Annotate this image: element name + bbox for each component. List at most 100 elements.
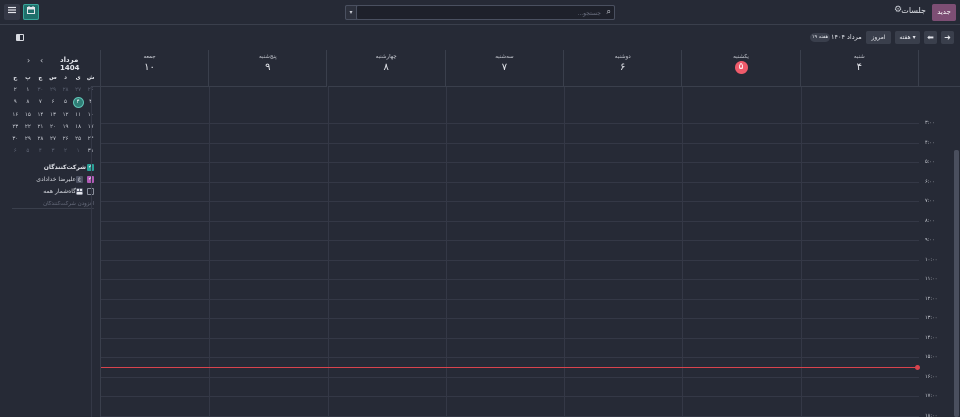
hour-label: ۱۶:۰۰ [925,373,938,380]
group-icon [76,188,83,195]
mini-calendar-day[interactable]: ۶ [9,145,22,157]
time-gutter-header [919,50,960,87]
mini-calendar-day[interactable]: ۱۹ [59,121,72,133]
mini-calendar-day[interactable]: ۳۰ [34,84,47,96]
attendee-item[interactable]: ع علیرضا خداداد‌ی [0,174,100,186]
day-name: جمعه [143,54,156,60]
mini-calendar-day[interactable]: ۹ [9,96,22,108]
sidebar-toggle-icon[interactable] [16,34,24,41]
hour-label: ۱۵:۰۰ [925,354,938,360]
day-name: یکشنبه [733,54,749,60]
calendar-controls: ➜ ⬅ هفته ▾ امروز مرداد ۱۴۰۴ هفته ۱۹ [0,25,960,50]
search-input[interactable] [361,8,601,18]
gear-icon[interactable]: ⚙ [894,5,902,15]
hour-line [101,298,919,300]
day-column-header[interactable]: سه‌شنبه ۷ [445,50,565,87]
day-column-header[interactable]: دوشنبه ۶ [564,50,683,87]
mini-calendar-day[interactable]: ۳ [47,145,60,157]
arrow-right-icon[interactable]: ➜ [941,31,954,44]
attendees-header-label: شرکت‌کنندگان [43,164,86,171]
mini-calendar-day[interactable]: ۱۵ [22,109,35,121]
search-bar: ⌕ [356,5,615,20]
mini-calendar-day[interactable]: ۲۹ [47,84,60,96]
mini-calendar-day[interactable]: ۵ [22,145,35,157]
mini-calendar-day[interactable]: ۲۸ [34,133,47,145]
mini-calendar-day[interactable]: ۴ [34,145,47,157]
mini-calendar-day[interactable]: ۱ [22,84,35,96]
attendee-item[interactable]: گاه‌شمار همه [0,186,100,198]
hour-label: ۶:۰۰ [925,178,935,185]
mini-calendar-day[interactable]: ۱۶ [9,109,22,121]
mini-calendar-day[interactable]: ۲۷ [72,84,85,96]
hour-line [101,123,919,124]
hour-line [101,162,919,163]
mini-calendar-day[interactable]: ۱۳ [47,109,60,121]
calendar-icon [27,6,35,14]
hour-label: ۱۲:۰۰ [925,295,938,302]
mini-calendar-day[interactable]: ۲ [9,84,22,96]
app-title[interactable]: جلسات [901,6,926,15]
hour-line [101,181,919,183]
attendee-label: گاه‌شمار همه [43,188,76,195]
add-attendee-input[interactable] [12,200,94,209]
arrow-left-icon[interactable]: ⬅ [924,31,937,44]
mini-calendar-day[interactable]: ۱۲ [59,109,72,121]
weekday-label: ج [13,75,18,81]
mini-calendar-day[interactable]: ۱۱ [72,109,85,121]
mini-calendar-day[interactable]: ۶ [47,96,60,108]
day-column-header[interactable]: جمعه ۱۰ [90,50,210,87]
mini-calendar-day[interactable]: ۱۸ [72,121,85,133]
mini-calendar-day[interactable]: ۲۵ [72,133,85,145]
mini-calendar-day[interactable]: ۴ [72,96,85,109]
calendar-view-button[interactable] [23,4,39,20]
mini-calendar-day[interactable]: ۲۸ [59,84,72,96]
chevron-right-icon[interactable]: › [27,56,30,65]
day-number: ۹ [265,62,271,73]
mini-calendar-day[interactable]: ۸ [22,96,35,108]
mini-calendar-week: ۱۶۱۵۱۴۱۳۱۲۱۱۱۰ [9,109,97,121]
today-marker: ۴ [72,97,84,109]
hour-label: ۱۱:۰۰ [925,276,938,282]
scrollbar-thumb[interactable] [954,150,959,417]
mini-calendar-day[interactable]: ۲۶ [59,133,72,145]
mini-calendar-day[interactable]: ۲ [59,145,72,157]
hour-label: ۱۴:۰۰ [925,334,938,341]
mini-calendar-week: ۲۳۲۲۲۱۲۰۱۹۱۸۱۷ [9,121,97,133]
avatar: ع [76,176,83,183]
mini-calendar-week: ۶۵۴۳۲۱۳۱ [9,145,97,157]
chevron-left-icon[interactable]: ‹ [40,56,43,65]
mini-calendar-day[interactable]: ۲۹ [22,133,35,145]
mini-calendar-day[interactable]: ۲۷ [47,133,60,145]
hour-line [101,142,919,144]
mini-calendar-day[interactable]: ۱۴ [34,109,47,121]
weekday-label: د [64,75,67,81]
hour-label: ۱۷:۰۰ [925,393,938,399]
right-scrollbar[interactable] [953,87,960,417]
day-number: ۴ [856,62,863,73]
hour-line [101,201,919,202]
list-view-button[interactable] [4,4,20,20]
mini-calendar-day[interactable]: ۷ [34,96,47,108]
scale-dropdown[interactable]: هفته ▾ [895,31,920,44]
mini-calendar-day[interactable]: ۲۲ [22,121,35,133]
hour-line [101,259,919,261]
attendees-header[interactable]: شرکت‌کنندگان [0,162,100,174]
day-column-header[interactable]: پنج‌شنبه ۹ [209,50,328,87]
mini-calendar-day[interactable]: ۱ [72,145,85,157]
hour-label: ۵:۰۰ [925,159,935,165]
day-column-header[interactable]: شنبه ۴ [800,50,919,87]
mini-calendar-day[interactable]: ۲۰ [47,121,60,133]
new-button[interactable]: جدید [932,4,956,21]
hour-line [101,279,919,280]
search-icon[interactable]: ⌕ [607,7,611,17]
day-column-header[interactable]: یکشنبه ۵ [682,50,801,87]
day-column-header[interactable]: چهارشنبه ۸ [327,50,446,87]
mini-calendar-day[interactable]: ۲۳ [9,121,22,133]
today-day-number: ۵ [734,61,748,74]
today-button[interactable]: امروز [866,31,891,44]
weekday-label: ی [75,75,81,81]
mini-calendar-day[interactable]: ۲۱ [34,121,47,133]
mini-calendar-day[interactable]: ۵ [59,96,72,108]
mini-calendar-day[interactable]: ۳۰ [9,133,22,145]
mini-calendar-week: ۲۱۳۰۲۹۲۸۲۷۲۶ [9,84,97,96]
